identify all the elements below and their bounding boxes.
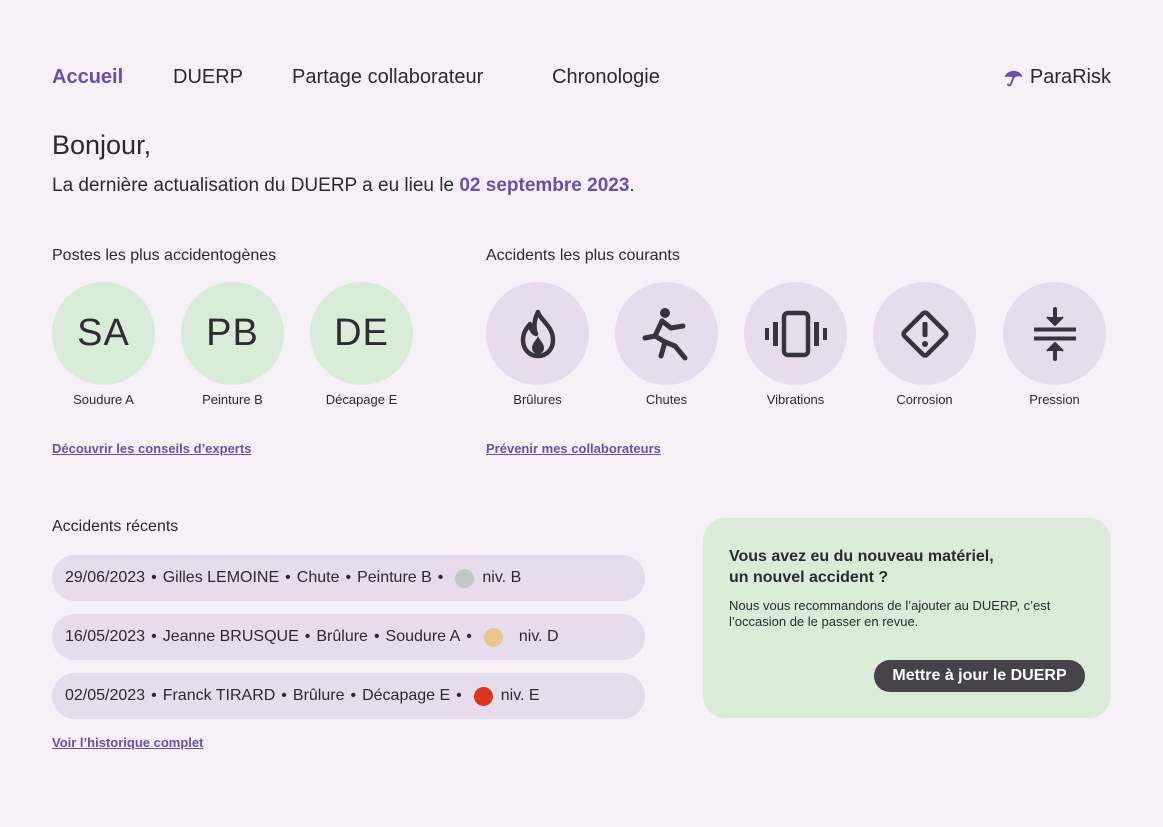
last-update-text: La dernière actualisation du DUERP a eu … — [52, 175, 635, 197]
separator: • — [345, 569, 352, 586]
accident-circle-brulures[interactable] — [486, 282, 589, 385]
accident-row[interactable]: 02/05/2023 • Franck TIRARD • Brûlure • D… — [52, 673, 645, 719]
accident-post: Soudure A — [385, 628, 461, 645]
accident-type: Chute — [296, 569, 340, 586]
separator: • — [456, 687, 462, 704]
post-label: Décapage E — [325, 392, 398, 407]
expert-advice-link[interactable]: Découvrir les conseils d’experts — [52, 441, 251, 456]
compress-icon — [1033, 306, 1076, 361]
severity-level: niv. E — [500, 687, 540, 704]
accident-row[interactable]: 29/06/2023 • Gilles LEMOINE • Chute • Pe… — [52, 555, 645, 601]
accident-type: Brûlure — [292, 687, 345, 704]
card-text: Nous vous recommandons de l’ajouter au D… — [729, 598, 1051, 629]
severity-dot — [483, 627, 503, 647]
posts-section-title: Postes les plus accidentogènes — [52, 247, 277, 264]
full-history-link[interactable]: Voir l’historique complet — [52, 735, 203, 750]
accident-person: Jeanne BRUSQUE — [162, 628, 299, 645]
last-update-date: 02 septembre 2023 — [459, 175, 630, 196]
separator: • — [151, 569, 157, 586]
post-label: Peinture B — [202, 392, 263, 407]
separator: • — [285, 569, 291, 586]
accident-circle-chutes[interactable] — [615, 282, 718, 385]
separator: • — [373, 628, 380, 645]
brand-logo[interactable]: ParaRisk — [1002, 66, 1111, 89]
update-duerp-card: Vous avez eu du nouveau matériel, un nou… — [703, 518, 1111, 718]
severity-dot — [455, 568, 475, 588]
severity-level: niv. B — [482, 569, 522, 586]
accident-label: Brûlures — [513, 392, 562, 407]
top-navigation: Accueil DUERP Partage collaborateur Chro… — [52, 64, 1111, 94]
accident-post: Décapage E — [362, 687, 451, 704]
post-initials: SA — [77, 312, 130, 354]
brand-name: ParaRisk — [1029, 66, 1111, 88]
accident-person: Franck TIRARD — [162, 687, 276, 704]
separator: • — [350, 687, 357, 704]
greeting: Bonjour, — [52, 130, 152, 160]
accident-label: Corrosion — [896, 392, 953, 407]
accident-row[interactable]: 16/05/2023 • Jeanne BRUSQUE • Brûlure • … — [52, 614, 645, 660]
post-circle-decapage-e[interactable]: DE — [310, 282, 413, 385]
last-update-prefix: La dernière actualisation du DUERP a eu … — [52, 175, 460, 196]
accident-label: Chutes — [645, 392, 688, 407]
separator: • — [151, 628, 157, 645]
warning-diamond-icon — [900, 309, 949, 358]
nav-partage-collaborateur[interactable]: Partage collaborateur — [292, 66, 483, 89]
card-title-line-1: Vous avez eu du nouveau matériel, — [729, 548, 994, 565]
severity-level: niv. D — [518, 628, 559, 645]
separator: • — [437, 569, 444, 586]
accident-circle-pression[interactable] — [1003, 282, 1106, 385]
post-initials: DE — [334, 312, 389, 354]
nav-chronologie[interactable]: Chronologie — [552, 66, 660, 89]
update-duerp-button[interactable]: Mettre à jour le DUERP — [874, 660, 1085, 692]
post-label: Soudure A — [73, 392, 134, 407]
post-circle-peinture-b[interactable]: PB — [181, 282, 284, 385]
separator: • — [466, 628, 472, 645]
separator: • — [304, 628, 311, 645]
card-title: Vous avez eu du nouveau matériel, un nou… — [729, 546, 1069, 588]
accident-post: Peinture B — [357, 569, 432, 586]
accident-circle-vibrations[interactable] — [744, 282, 847, 385]
flame-icon — [520, 309, 555, 358]
recent-accidents-title: Accidents récents — [52, 518, 179, 535]
vibration-icon — [764, 310, 827, 357]
accident-label: Pression — [1029, 392, 1080, 407]
severity-dot — [473, 686, 493, 706]
accident-date: 02/05/2023 — [65, 687, 146, 704]
separator: • — [151, 687, 157, 704]
accident-date: 16/05/2023 — [65, 628, 146, 645]
nav-accueil[interactable]: Accueil — [52, 66, 123, 89]
accident-circle-corrosion[interactable] — [873, 282, 976, 385]
falling-person-icon — [642, 307, 687, 360]
accident-date: 29/06/2023 — [65, 569, 146, 586]
post-circle-soudure-a[interactable]: SA — [52, 282, 155, 385]
accident-type: Brûlure — [316, 628, 368, 645]
warn-collaborators-link[interactable]: Prévenir mes collaborateurs — [486, 441, 661, 456]
umbrella-icon — [1004, 70, 1023, 86]
last-update-suffix: . — [629, 175, 635, 196]
accidents-section-title: Accidents les plus courants — [486, 247, 680, 264]
separator: • — [281, 687, 287, 704]
accident-label: Vibrations — [766, 392, 825, 407]
post-initials: PB — [206, 312, 259, 354]
nav-duerp[interactable]: DUERP — [173, 66, 243, 89]
card-title-line-2: un nouvel accident ? — [729, 569, 889, 586]
accident-person: Gilles LEMOINE — [162, 569, 280, 586]
